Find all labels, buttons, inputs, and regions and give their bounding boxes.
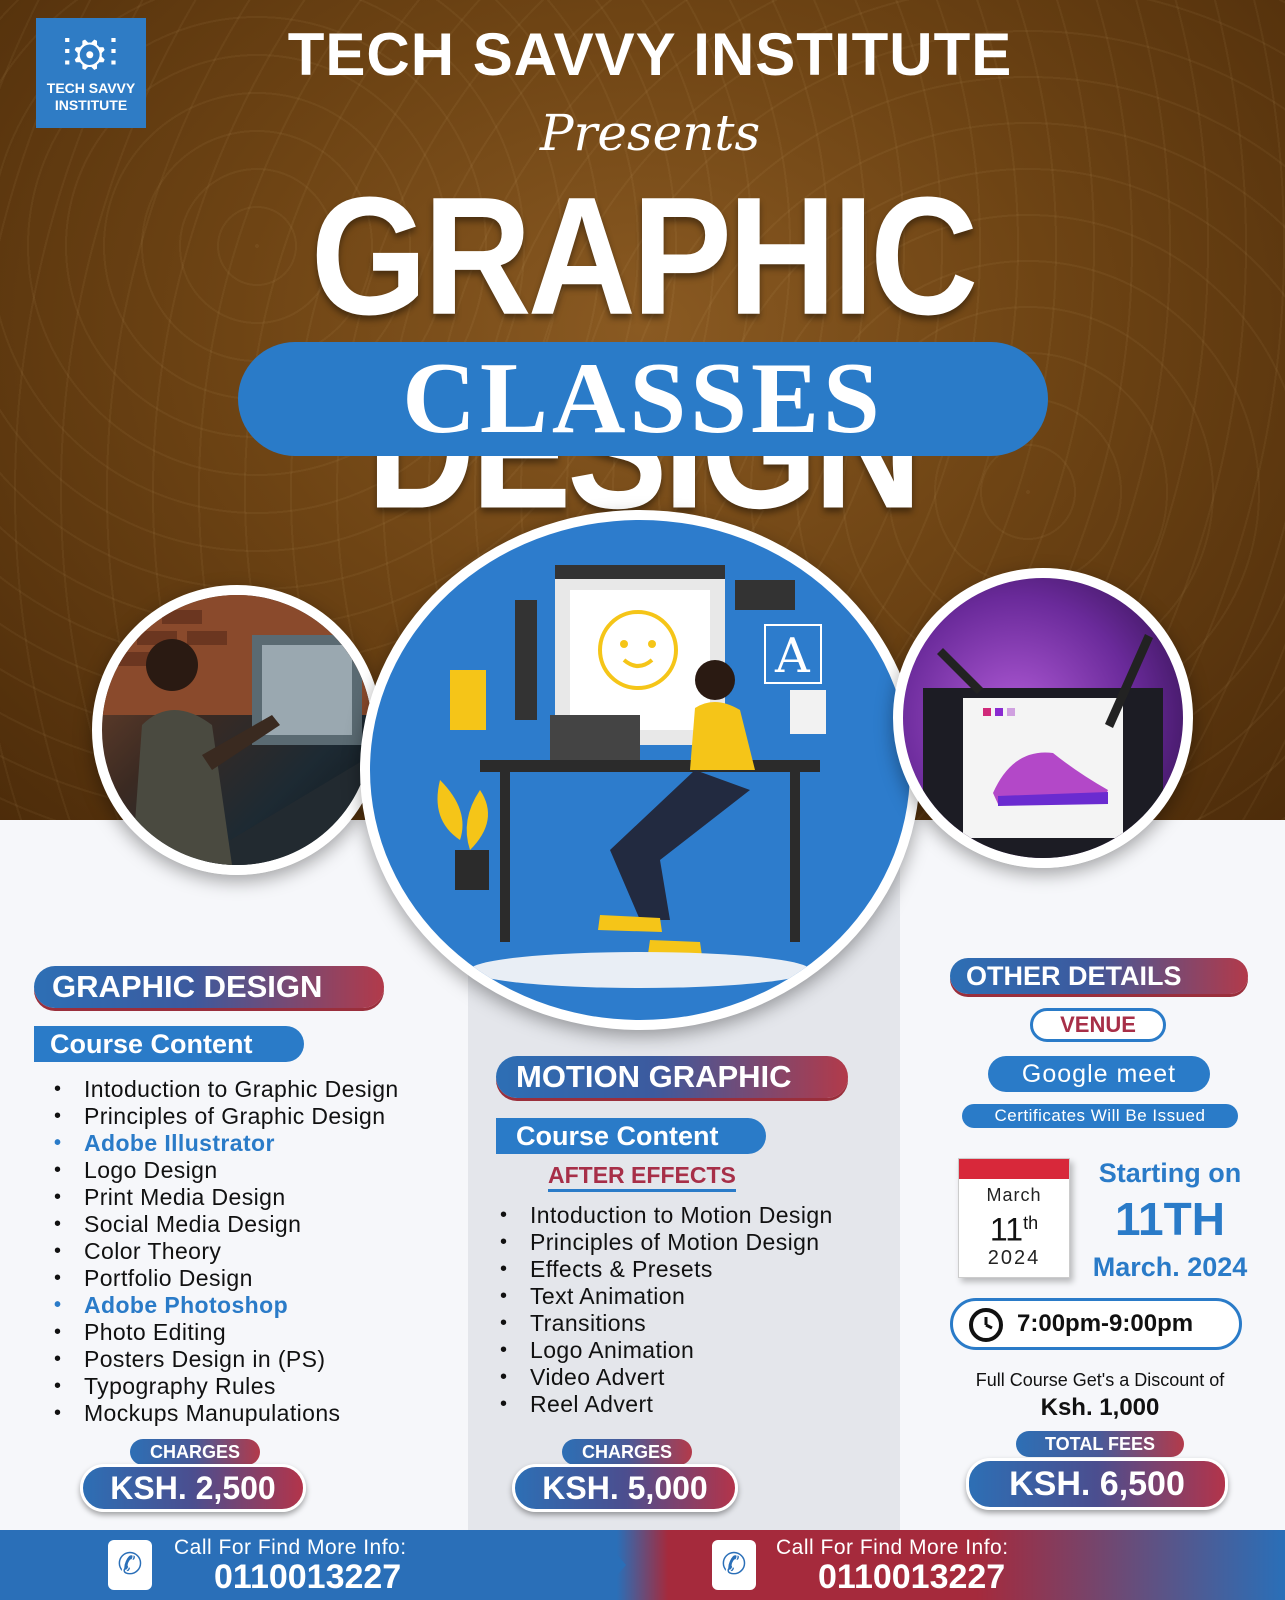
motion-graphic-badge: MOTION GRAPHIC: [496, 1056, 848, 1098]
institute-title: TECH SAVVY INSTITUTE: [287, 21, 1013, 88]
presents-text: Presents: [539, 104, 761, 162]
calendar-icon: March 11th 2024: [958, 1158, 1070, 1278]
classes-text: CLASSES: [402, 342, 884, 455]
svg-text:A: A: [774, 628, 811, 684]
time-range: 7:00pm-9:00pm: [1017, 1310, 1194, 1337]
certificates-note: Certificates Will Be Issued: [962, 1104, 1238, 1128]
calendar-day: 11th: [959, 1206, 1069, 1247]
class-time: 7:00pm-9:00pm: [950, 1298, 1242, 1350]
logo-icon: ⫶⚙⫶: [61, 32, 121, 76]
phone-icon: ✆: [108, 1540, 152, 1590]
alarm-clock-icon: [969, 1308, 1003, 1342]
calendar-day-suffix: th: [1023, 1213, 1039, 1233]
logo-text-line2: INSTITUTE: [54, 97, 128, 113]
list-item: Effects & Presets: [496, 1256, 896, 1283]
list-item: Typography Rules: [50, 1373, 470, 1400]
discount-amount: Ksh. 1,000: [1040, 1394, 1160, 1421]
designer-desk-illustration: A: [437, 565, 826, 988]
institute-logo: ⫶⚙⫶ TECH SAVVY INSTITUTE: [36, 18, 146, 128]
footer-right-label: Call For Find More Info:: [776, 1536, 1009, 1559]
list-item: Logo Design: [50, 1157, 470, 1184]
calendar-day-number: 11: [989, 1211, 1024, 1248]
graphic-course-content-badge: Course Content: [34, 1026, 304, 1062]
footer-bar: ✆ Call For Find More Info: 0110013227 ✆ …: [0, 1530, 1285, 1600]
calendar-year: 2024: [987, 1246, 1041, 1269]
list-item: Principles of Motion Design: [496, 1229, 896, 1256]
list-item: Social Media Design: [50, 1211, 470, 1238]
motion-course-list: Intoduction to Motion DesignPrinciples o…: [496, 1202, 896, 1418]
list-item: Photo Editing: [50, 1319, 470, 1346]
motion-course-content-badge: Course Content: [496, 1118, 766, 1154]
start-day: 11TH: [1115, 1193, 1225, 1245]
list-item: Mockups Manupulations: [50, 1400, 470, 1427]
venue-label: VENUE: [1030, 1008, 1166, 1042]
footer-left-label: Call For Find More Info:: [174, 1536, 407, 1559]
total-price: KSH. 6,500: [966, 1458, 1228, 1510]
list-item: Video Advert: [496, 1364, 896, 1391]
footer-right-phone[interactable]: 0110013227: [818, 1558, 1005, 1597]
graphic-price: KSH. 2,500: [80, 1464, 306, 1512]
motion-price: KSH. 5,000: [512, 1464, 738, 1512]
tablet-illustration: [923, 634, 1163, 858]
graphic-charges-label: CHARGES: [130, 1439, 260, 1465]
graphic-course-list: Intoduction to Graphic DesignPrinciples …: [50, 1076, 470, 1427]
calendar-header: [959, 1159, 1069, 1179]
list-item: Print Media Design: [50, 1184, 470, 1211]
after-effects-label: AFTER EFFECTS: [548, 1162, 736, 1192]
discount-text: Full Course Get's a Discount of: [975, 1370, 1225, 1390]
list-item: Principles of Graphic Design: [50, 1103, 470, 1130]
logo-text-line1: TECH SAVVY: [46, 80, 136, 96]
list-item: Posters Design in (PS): [50, 1346, 470, 1373]
designer-illustration: A: [360, 510, 920, 1030]
list-item: Adobe Illustrator: [50, 1130, 470, 1157]
tablet-photo: [893, 568, 1193, 868]
other-details-badge: OTHER DETAILS: [950, 958, 1248, 994]
list-item: Transitions: [496, 1310, 896, 1337]
starting-on-label: Starting on: [1098, 1158, 1242, 1188]
calendar-month: March: [986, 1185, 1042, 1205]
list-item: Logo Animation: [496, 1337, 896, 1364]
list-item: Intoduction to Motion Design: [496, 1202, 896, 1229]
footer-left-phone[interactable]: 0110013227: [214, 1558, 401, 1597]
list-item: Reel Advert: [496, 1391, 896, 1418]
venue-value: Google meet: [988, 1056, 1210, 1092]
start-month-year: March. 2024: [1092, 1252, 1248, 1282]
footer-arrow: [596, 1530, 626, 1600]
list-item: Adobe Photoshop: [50, 1292, 470, 1319]
phone-icon: ✆: [712, 1540, 756, 1590]
motion-charges-label: CHARGES: [562, 1439, 692, 1465]
designer-photo: [92, 585, 382, 875]
total-fees-label: TOTAL FEES: [1016, 1431, 1184, 1457]
list-item: Portfolio Design: [50, 1265, 470, 1292]
designer-photo-illustration: [102, 595, 372, 865]
classes-banner: CLASSES: [238, 342, 1048, 456]
list-item: Text Animation: [496, 1283, 896, 1310]
graphic-design-badge: GRAPHIC DESIGN: [34, 966, 384, 1008]
list-item: Intoduction to Graphic Design: [50, 1076, 470, 1103]
list-item: Color Theory: [50, 1238, 470, 1265]
